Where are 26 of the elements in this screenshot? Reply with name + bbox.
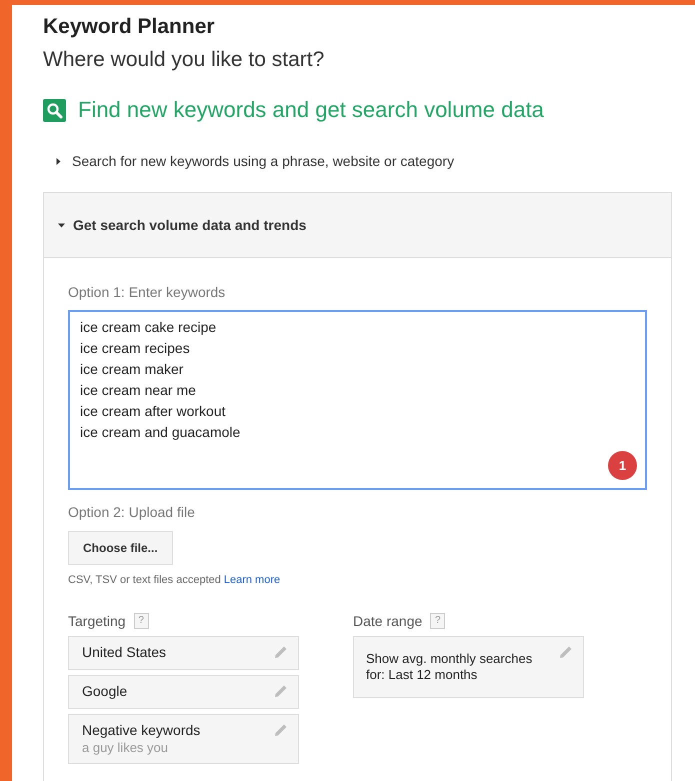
caret-icon — [58, 222, 65, 228]
section-header[interactable]: Get search volume data and trends — [44, 193, 671, 258]
count-badge: 1 — [608, 451, 637, 480]
targeting-card[interactable]: United States — [68, 636, 299, 670]
targeting-card[interactable]: Google — [68, 674, 299, 708]
section-label: Targeting — [68, 612, 126, 631]
section-label: Date range — [353, 612, 422, 631]
pencil-icon[interactable] — [274, 684, 288, 698]
search-icon — [43, 98, 66, 122]
field-label: Option 1: Enter keywords — [68, 283, 226, 302]
section-heading: Find new keywords and get search volume data — [78, 96, 544, 124]
learn-more-link[interactable]: Learn more — [224, 572, 280, 588]
card-detail: a guy likes you — [82, 738, 169, 756]
date-range-card[interactable]: Show avg. monthly searches for: Last 12 months — [353, 636, 584, 698]
targeting-card[interactable]: Negative keywords a guy likes you — [68, 714, 299, 764]
pencil-icon[interactable] — [559, 644, 573, 658]
page-title: Keyword Planner — [43, 14, 216, 40]
field-label: Option 2: Upload file — [68, 503, 196, 522]
choose-file-button[interactable]: Choose file... — [68, 531, 173, 565]
pencil-icon[interactable] — [274, 644, 288, 658]
pencil-icon[interactable] — [274, 722, 288, 736]
page-subtitle: Where would you like to start? — [43, 47, 326, 73]
caret-icon — [55, 158, 62, 164]
keywords-field[interactable]: ice cream cake recipe ice cream recipes ice cream maker ice cream near me ice cream after workout ice cream and guacamole 1 — [68, 310, 647, 490]
section-toggle[interactable]: Search for new keywords using a phrase, website or category — [43, 144, 672, 178]
upload-hint: CSV, TSV or text files accepted — [68, 573, 221, 588]
